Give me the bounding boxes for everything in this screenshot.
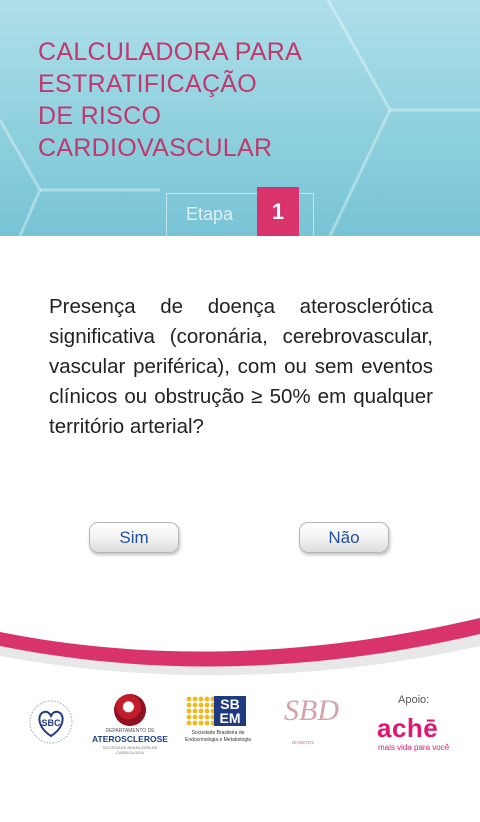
aterosclerose-emblem-icon — [114, 694, 146, 726]
step-label: Etapa — [186, 204, 234, 224]
sbem-caption: Sociedade Brasileira de Endocrinologia e… — [185, 730, 251, 743]
aterosclerose-name: ATEROSCLEROSE — [92, 734, 168, 744]
sbem-box: SB EM — [214, 696, 246, 726]
sbc-text: SBC — [41, 718, 61, 728]
sbc-emblem-icon: SBC — [29, 700, 73, 744]
yes-button[interactable]: Sim — [89, 522, 179, 553]
ache-logo: achē — [377, 713, 439, 743]
title-line-3: DE RISCO — [38, 102, 162, 130]
no-button[interactable]: Não — [299, 522, 389, 553]
step-number-badge: 1 — [257, 187, 299, 236]
sbd-letters: SBD — [284, 694, 339, 727]
ache-tagline: mais vida para você — [378, 743, 450, 752]
sbem-top: SB — [220, 696, 240, 712]
title-line-2: ESTRATIFICAÇÃO — [38, 70, 258, 98]
aterosclerose-logo: DEPARTAMENTO DE ATEROSCLEROSE SOCIEDADE … — [92, 694, 168, 755]
apoio-label: Apoio: — [398, 694, 430, 706]
question-text: Presença de doença aterosclerótica signi… — [49, 295, 433, 438]
sbc-logo: SBC — [29, 700, 73, 744]
title-line-1: CALCULADORA PARA — [38, 38, 303, 66]
footer-wave — [0, 618, 480, 680]
sbd-caption: DIABETES — [291, 740, 315, 745]
sbd-logo: SBD DIABETES — [280, 694, 339, 754]
aterosclerose-sub: SOCIEDADE BRASILEIRA DE CARDIOLOGIA — [102, 745, 158, 755]
title-line-4: CARDIOVASCULAR — [38, 134, 273, 162]
sbem-logo: SB EM Sociedade Brasileira de Endocrinol… — [180, 696, 256, 760]
page-title: CALCULADORA PARA ESTRATIFICAÇÃO DE RISCO… — [38, 36, 302, 164]
sbem-dots-icon — [186, 696, 214, 726]
sbem-bottom: EM — [219, 710, 241, 726]
app-header: CALCULADORA PARA ESTRATIFICAÇÃO DE RISCO… — [0, 0, 480, 236]
partner-logos: SBC DEPARTAMENTO DE ATEROSCLEROSE SOCIED… — [0, 680, 480, 770]
